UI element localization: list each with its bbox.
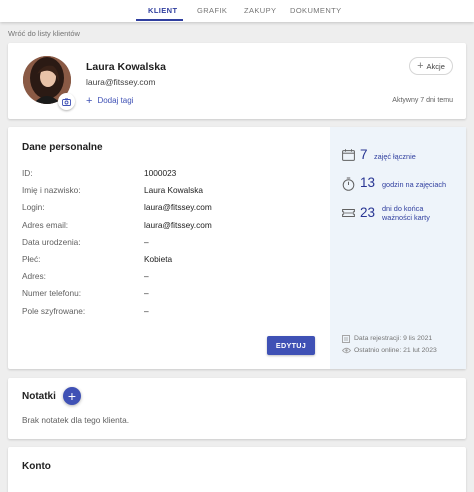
field-value-email: laura@fitssey.com: [144, 220, 212, 230]
last-online: Ostatnio online: 21 lut 2023: [354, 347, 437, 354]
calendar-icon: [342, 149, 355, 161]
plus-icon: +: [67, 388, 77, 404]
tab-bar: KLIENT GRAFIK ZAKUPY DOKUMENTY: [0, 0, 474, 22]
client-email: laura@fitssey.com: [86, 77, 156, 87]
field-value-id: 1000023: [144, 168, 177, 178]
days-left-number: 23: [360, 205, 376, 220]
classes-total-number: 7: [360, 147, 368, 162]
field-value-login: laura@fitssey.com: [144, 202, 212, 212]
field-value-encrypted: –: [144, 306, 149, 316]
field-label-id: ID:: [22, 168, 33, 178]
eye-icon: [342, 347, 351, 354]
registration-date: Data rejestracji: 9 lis 2021: [354, 335, 433, 342]
add-note-button[interactable]: +: [63, 387, 81, 405]
register-date-icon: [342, 335, 350, 343]
camera-icon: [62, 97, 71, 106]
plus-icon: +: [86, 94, 93, 107]
field-label-fullname: Imię i nazwisko:: [22, 185, 81, 195]
personal-data-card: Dane personalne ID: 1000023 Imię i nazwi…: [8, 127, 466, 369]
tab-zakupy[interactable]: ZAKUPY: [244, 6, 276, 15]
field-value-fullname: Laura Kowalska: [144, 185, 204, 195]
client-name: Laura Kowalska: [86, 61, 166, 73]
ticket-icon: [342, 209, 355, 217]
field-label-encrypted: Pole szyfrowane:: [22, 306, 86, 316]
field-label-phone: Numer telefonu:: [22, 288, 82, 298]
field-value-gender: Kobieta: [144, 254, 173, 264]
account-card: Konto: [8, 447, 466, 492]
classes-total-text: zajęć łącznie: [374, 152, 416, 161]
hours-number: 13: [360, 175, 376, 190]
field-label-birthdate: Data urodzenia:: [22, 237, 81, 247]
field-value-birthdate: –: [144, 237, 149, 247]
days-left-text-line2: ważności karty: [382, 213, 430, 222]
notes-empty-text: Brak notatek dla tego klienta.: [22, 415, 130, 425]
field-label-email: Adres email:: [22, 220, 69, 230]
add-tags-button[interactable]: + Dodaj tagi: [86, 94, 134, 107]
tab-dokumenty[interactable]: DOKUMENTY: [290, 6, 342, 15]
stats-panel: 7 zajęć łącznie 13 godzin na zajęciach 2…: [330, 127, 466, 369]
actions-button[interactable]: + Akcje: [409, 57, 453, 75]
back-to-clients-link[interactable]: Wróć do listy klientów: [8, 29, 80, 38]
field-value-phone: –: [144, 288, 149, 298]
field-label-login: Login:: [22, 202, 45, 212]
stopwatch-icon: [342, 177, 355, 191]
change-photo-button[interactable]: [58, 93, 75, 110]
account-title: Konto: [22, 461, 51, 472]
active-tab-indicator: [136, 19, 183, 21]
field-label-gender: Płeć:: [22, 254, 41, 264]
field-value-address: –: [144, 271, 149, 281]
edit-button[interactable]: EDYTUJ: [267, 336, 315, 355]
tab-grafik[interactable]: GRAFIK: [197, 6, 227, 15]
add-tags-label: Dodaj tagi: [97, 96, 134, 105]
field-label-address: Adres:: [22, 271, 46, 281]
hours-text: godzin na zajęciach: [382, 180, 447, 189]
active-since: Aktywny 7 dni temu: [392, 97, 453, 104]
plus-icon: +: [417, 60, 424, 72]
client-header-card: Laura Kowalska laura@fitssey.com + Dodaj…: [8, 43, 466, 119]
tab-klient[interactable]: KLIENT: [148, 6, 177, 15]
notes-card: Notatki + Brak notatek dla tego klienta.: [8, 378, 466, 439]
personal-data-title: Dane personalne: [22, 142, 103, 153]
actions-label: Akcje: [426, 61, 445, 71]
notes-title: Notatki: [22, 391, 56, 402]
